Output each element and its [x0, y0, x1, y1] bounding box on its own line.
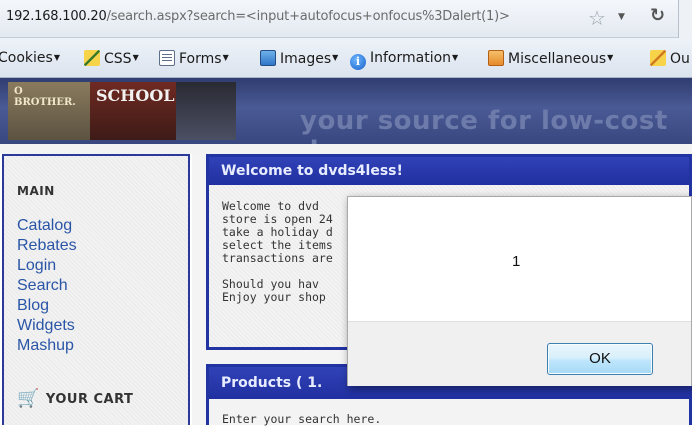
dropdown-icon[interactable]: ▼ [618, 12, 625, 22]
images-icon [260, 50, 276, 66]
chevron-down-icon: ▼ [53, 53, 60, 62]
toolbar-miscellaneous-menu[interactable]: Miscellaneous▼ [488, 50, 613, 67]
sidebar-link-blog[interactable]: Blog [17, 296, 77, 316]
toolbar-css-label: CSS [104, 51, 132, 67]
sidebar-nav: Catalog Rebates Login Search Blog Widget… [17, 216, 77, 356]
banner-divider [0, 144, 692, 154]
pencil-icon [650, 50, 666, 66]
movie-poster-text: O BROTHER. [14, 86, 76, 108]
sidebar-link-login[interactable]: Login [17, 256, 77, 276]
ok-button[interactable]: OK [547, 343, 653, 375]
toolbar-forms-menu[interactable]: Forms▼ [159, 50, 229, 67]
chevron-down-icon: ▼ [132, 53, 139, 62]
banner-tagline: your source for low-cost dv [300, 106, 668, 144]
toolbox-icon [488, 50, 504, 66]
url-path: /search.aspx?search=<input+autofocus+onf… [106, 9, 510, 24]
cart-label: YOUR CART [45, 392, 134, 407]
chevron-down-icon: ▼ [452, 53, 459, 62]
toolbar-information-menu[interactable]: i Information▼ [350, 50, 458, 70]
products-search-hint: Enter your search here. [222, 412, 382, 426]
cart-icon: 🛒 [17, 388, 40, 409]
toolbar-css-menu[interactable]: CSS▼ [84, 50, 139, 67]
movie-poster-image [176, 82, 236, 140]
sidebar-heading: MAIN [17, 184, 55, 198]
sidebar-link-search[interactable]: Search [17, 276, 77, 296]
toolbar-cookies-label: Cookies [0, 50, 53, 66]
toolbar-outline-label: Ou [670, 51, 690, 67]
chevron-down-icon: ▼ [607, 53, 614, 62]
information-icon: i [350, 54, 366, 70]
movie-poster-text: SCHOOL [96, 86, 175, 105]
sidebar-link-rebates[interactable]: Rebates [17, 236, 77, 256]
movie-poster-image: SCHOOL [90, 82, 176, 140]
sidebar-link-mashup[interactable]: Mashup [17, 336, 77, 356]
reload-icon[interactable]: ↻ [650, 5, 665, 26]
chevron-down-icon: ▼ [222, 53, 229, 62]
toolbar-outline-menu[interactable]: Ou [650, 50, 690, 67]
alert-footer: OK [348, 321, 691, 386]
url-text[interactable]: 192.168.100.20/search.aspx?search=<input… [6, 9, 510, 24]
url-host: 192.168.100.20 [6, 9, 107, 24]
toolbar-forms-label: Forms [179, 51, 222, 67]
site-banner: O BROTHER. SCHOOL your source for low-co… [0, 78, 692, 144]
toolbar-cookies-menu[interactable]: Cookies▼ [0, 50, 60, 66]
movie-poster-image: O BROTHER. [8, 82, 90, 140]
welcome-panel-title: Welcome to dvds4less! [209, 157, 689, 185]
alert-message: 1 [512, 253, 521, 270]
toolbar-information-label: Information [370, 50, 452, 66]
pencil-icon [84, 50, 100, 66]
sidebar-link-widgets[interactable]: Widgets [17, 316, 77, 336]
toolbar-miscellaneous-label: Miscellaneous [508, 51, 607, 67]
alert-dialog: 1 OK [347, 196, 692, 386]
forms-icon [159, 50, 175, 66]
sidebar: MAIN Catalog Rebates Login Search Blog W… [2, 154, 190, 425]
sidebar-link-catalog[interactable]: Catalog [17, 216, 77, 236]
chevron-down-icon: ▼ [332, 53, 339, 62]
toolbar-images-label: Images [280, 51, 332, 67]
developer-toolbar: Cookies▼ CSS▼ Forms▼ Images▼ i Informatio… [0, 38, 692, 78]
cart-heading[interactable]: 🛒 YOUR CART [17, 388, 133, 409]
address-bar[interactable]: 192.168.100.20/search.aspx?search=<input… [0, 0, 692, 38]
toolbar-images-menu[interactable]: Images▼ [260, 50, 338, 67]
address-bar-edge [678, 0, 692, 38]
star-icon[interactable]: ☆ [588, 6, 606, 30]
